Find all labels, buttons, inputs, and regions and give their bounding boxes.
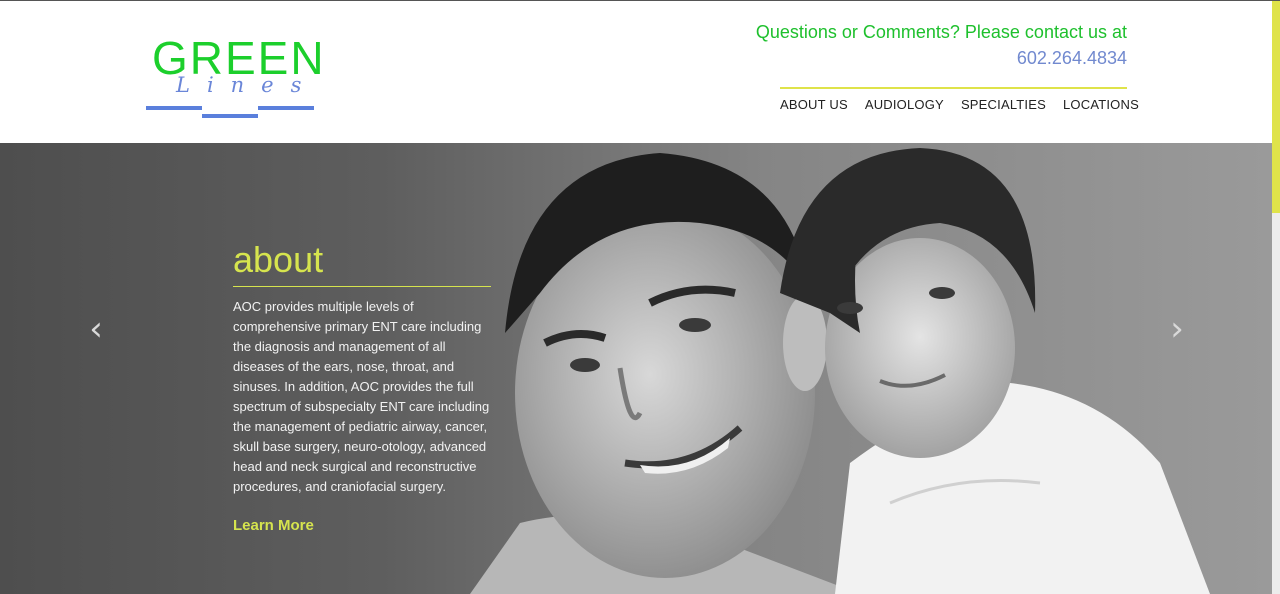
contact-block: Questions or Comments? Please contact us… xyxy=(707,19,1127,71)
logo-underline-left xyxy=(146,106,202,110)
contact-phone-link[interactable]: 602.264.4834 xyxy=(707,45,1127,71)
nav-item-locations[interactable]: LOCATIONS xyxy=(1063,95,1139,115)
nav-divider xyxy=(780,87,1127,89)
hero-photo xyxy=(470,148,1210,594)
hero-heading: about xyxy=(233,238,491,287)
nav-item-audiology[interactable]: AUDIOLOGY xyxy=(865,95,944,115)
main-nav: ABOUT US AUDIOLOGY SPECIALTIES LOCATIONS xyxy=(780,95,1139,115)
chevron-left-icon[interactable]: ‹ xyxy=(84,312,108,346)
contact-prompt: Questions or Comments? Please contact us… xyxy=(755,22,1127,42)
logo-underline-right xyxy=(258,106,314,110)
site-logo[interactable]: GREEN Lines xyxy=(146,35,324,118)
chevron-right-icon[interactable]: › xyxy=(1165,312,1189,346)
nav-item-about-us[interactable]: ABOUT US xyxy=(780,95,848,115)
logo-underline-middle xyxy=(202,114,258,118)
hero-body: AOC provides multiple levels of comprehe… xyxy=(233,299,490,494)
site-header: GREEN Lines Questions or Comments? Pleas… xyxy=(0,1,1272,143)
scrollbar-thumb[interactable] xyxy=(1272,1,1280,213)
hero-text-panel: about AOC provides multiple levels of co… xyxy=(233,238,491,534)
learn-more-link[interactable]: Learn More xyxy=(233,517,491,534)
logo-script: Lines xyxy=(176,73,319,97)
nav-item-specialties[interactable]: SPECIALTIES xyxy=(961,95,1046,115)
hero-carousel: ‹ › about AOC provides multiple levels o… xyxy=(0,143,1272,594)
